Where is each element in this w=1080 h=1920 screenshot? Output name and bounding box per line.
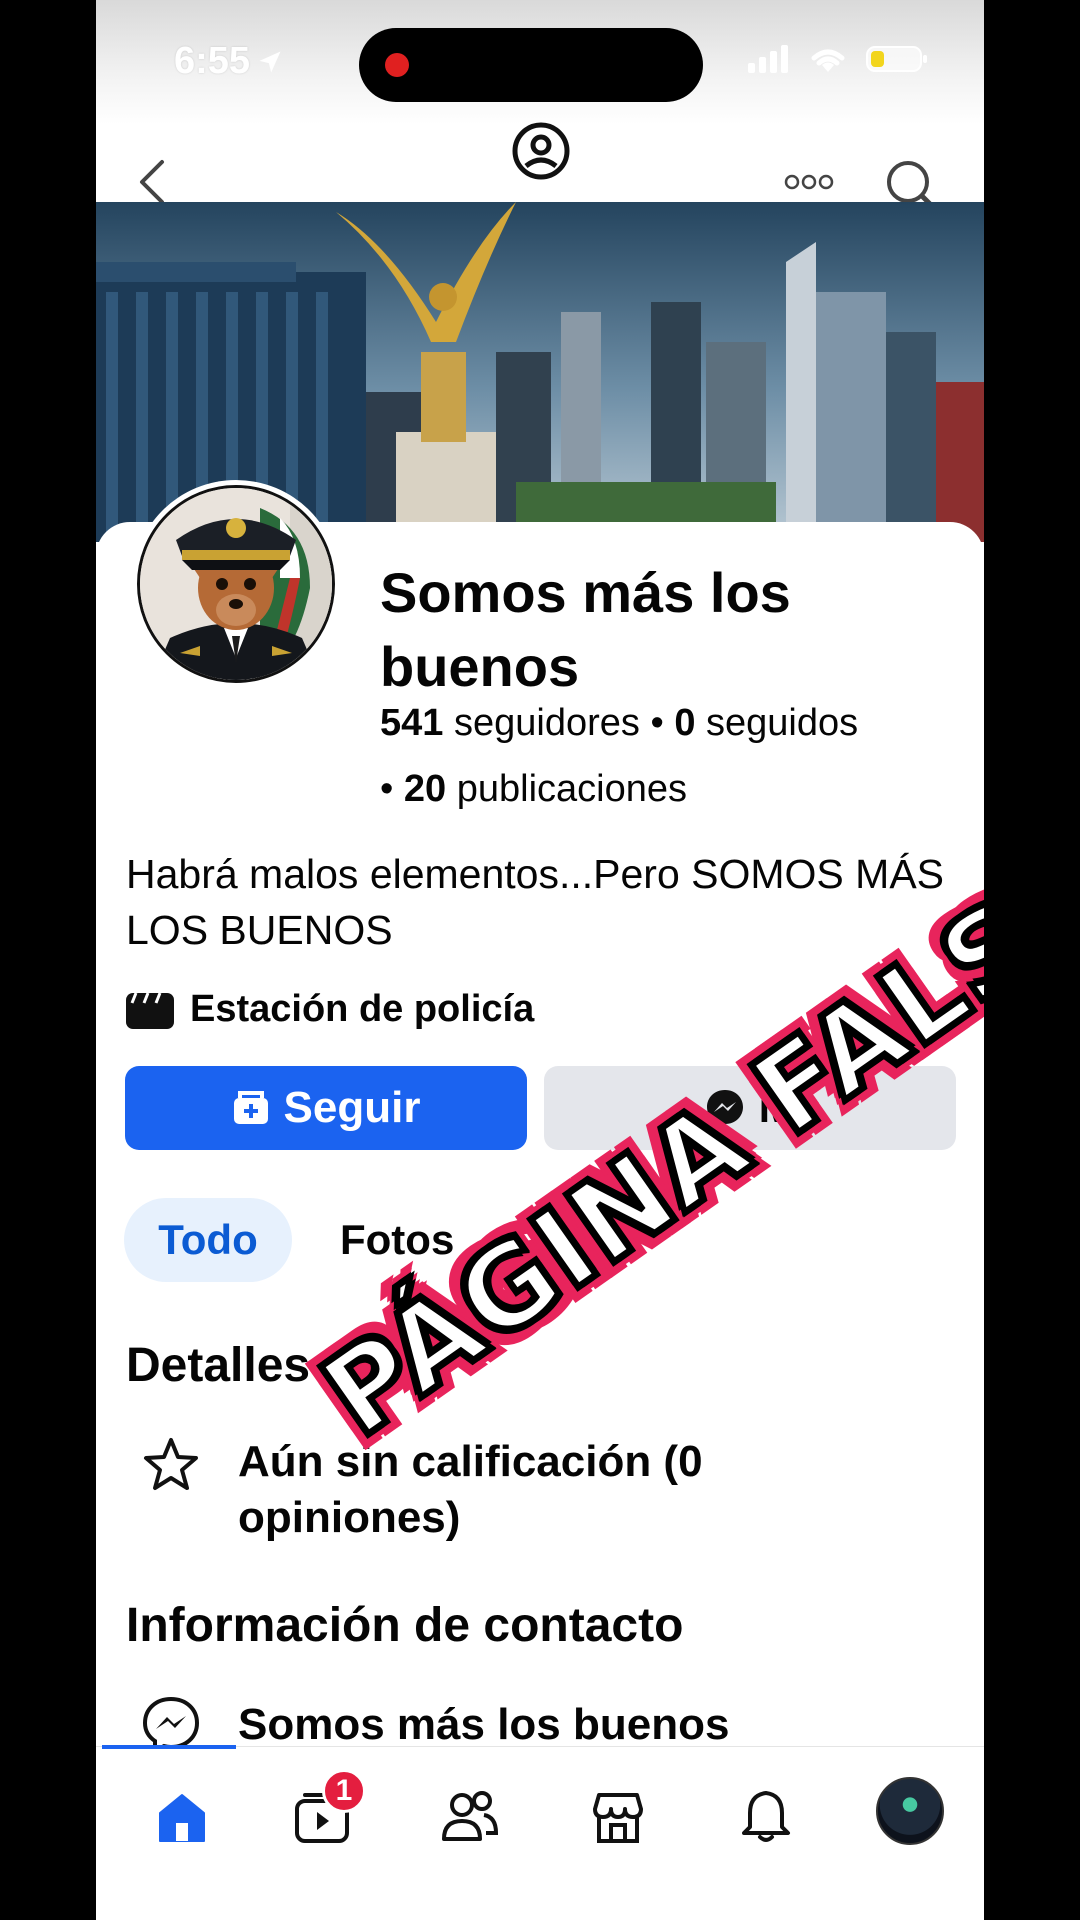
follow-stats: 541 seguidores • 0 seguidos: [380, 702, 858, 745]
more-options-icon[interactable]: [784, 174, 834, 190]
follow-button[interactable]: Seguir: [125, 1066, 527, 1150]
back-chevron-icon[interactable]: [134, 158, 168, 206]
posts-stats: • 20 publicaciones: [380, 768, 687, 811]
video-tab[interactable]: 1: [286, 1769, 366, 1853]
category-label: Estación de policía: [190, 988, 535, 1030]
home-icon: [159, 1794, 205, 1842]
profile-menu-avatar[interactable]: [876, 1777, 944, 1845]
chihuahua-officer-illustration: [140, 488, 332, 680]
battery-icon: [866, 46, 927, 72]
active-tab-indicator: [102, 1745, 236, 1749]
recording-indicator-icon: [385, 53, 409, 77]
followers-count: 541: [380, 702, 444, 744]
status-bar: 6:55: [96, 0, 984, 124]
wifi-icon: [811, 49, 845, 72]
home-tab[interactable]: [146, 1781, 218, 1853]
stats-separator: •: [650, 702, 664, 744]
following-label: seguidos: [706, 702, 859, 744]
location-arrow-icon: [259, 51, 281, 72]
time-text: 6:55: [174, 40, 251, 82]
posts-label: publicaciones: [456, 768, 687, 810]
page-avatar[interactable]: [132, 480, 340, 688]
bell-icon: [742, 1791, 790, 1842]
clapperboard-icon: [126, 991, 174, 1029]
messenger-contact-name: Somos más los buenos: [238, 1700, 730, 1749]
friends-tab[interactable]: [434, 1781, 506, 1853]
avatar-image: [137, 485, 335, 683]
page-category: Estación de policía: [126, 988, 534, 1031]
dynamic-island: [359, 28, 703, 102]
marketplace-tab[interactable]: [582, 1781, 654, 1853]
tab-all[interactable]: Todo: [124, 1198, 292, 1282]
top-navigation: [96, 110, 984, 213]
page-profile-icon[interactable]: [510, 120, 572, 182]
follow-button-label: Seguir: [283, 1083, 421, 1132]
page-title: Somos más los buenos: [380, 561, 791, 698]
details-heading: Detalles: [126, 1339, 311, 1392]
followers-label: seguidores: [453, 702, 640, 744]
star-icon: [144, 1438, 198, 1490]
stats-separator: •: [380, 768, 394, 810]
friends-icon: [442, 1791, 499, 1841]
phone-screen: 6:55 Somos más los buenos 541 seguidores…: [96, 0, 984, 1920]
cellular-signal-icon: [748, 45, 788, 73]
status-icons: [748, 44, 928, 74]
following-count: 0: [674, 702, 696, 744]
notifications-tab[interactable]: [730, 1781, 802, 1853]
marketplace-icon: [593, 1793, 643, 1843]
posts-count: 20: [403, 768, 447, 810]
page-bio: Habrá malos elementos...Pero SOMOS MÁS L…: [126, 851, 945, 953]
rating-text: Aún sin calificación (0 opiniones): [238, 1437, 703, 1542]
contact-heading: Información de contacto: [126, 1599, 684, 1652]
notification-badge: 1: [322, 1769, 366, 1813]
status-time: 6:55: [174, 40, 284, 83]
bottom-tab-bar: 1: [96, 1745, 984, 1920]
rating-row[interactable]: Aún sin calificación (0 opiniones): [140, 1434, 798, 1546]
follow-page-icon: [233, 1091, 268, 1124]
